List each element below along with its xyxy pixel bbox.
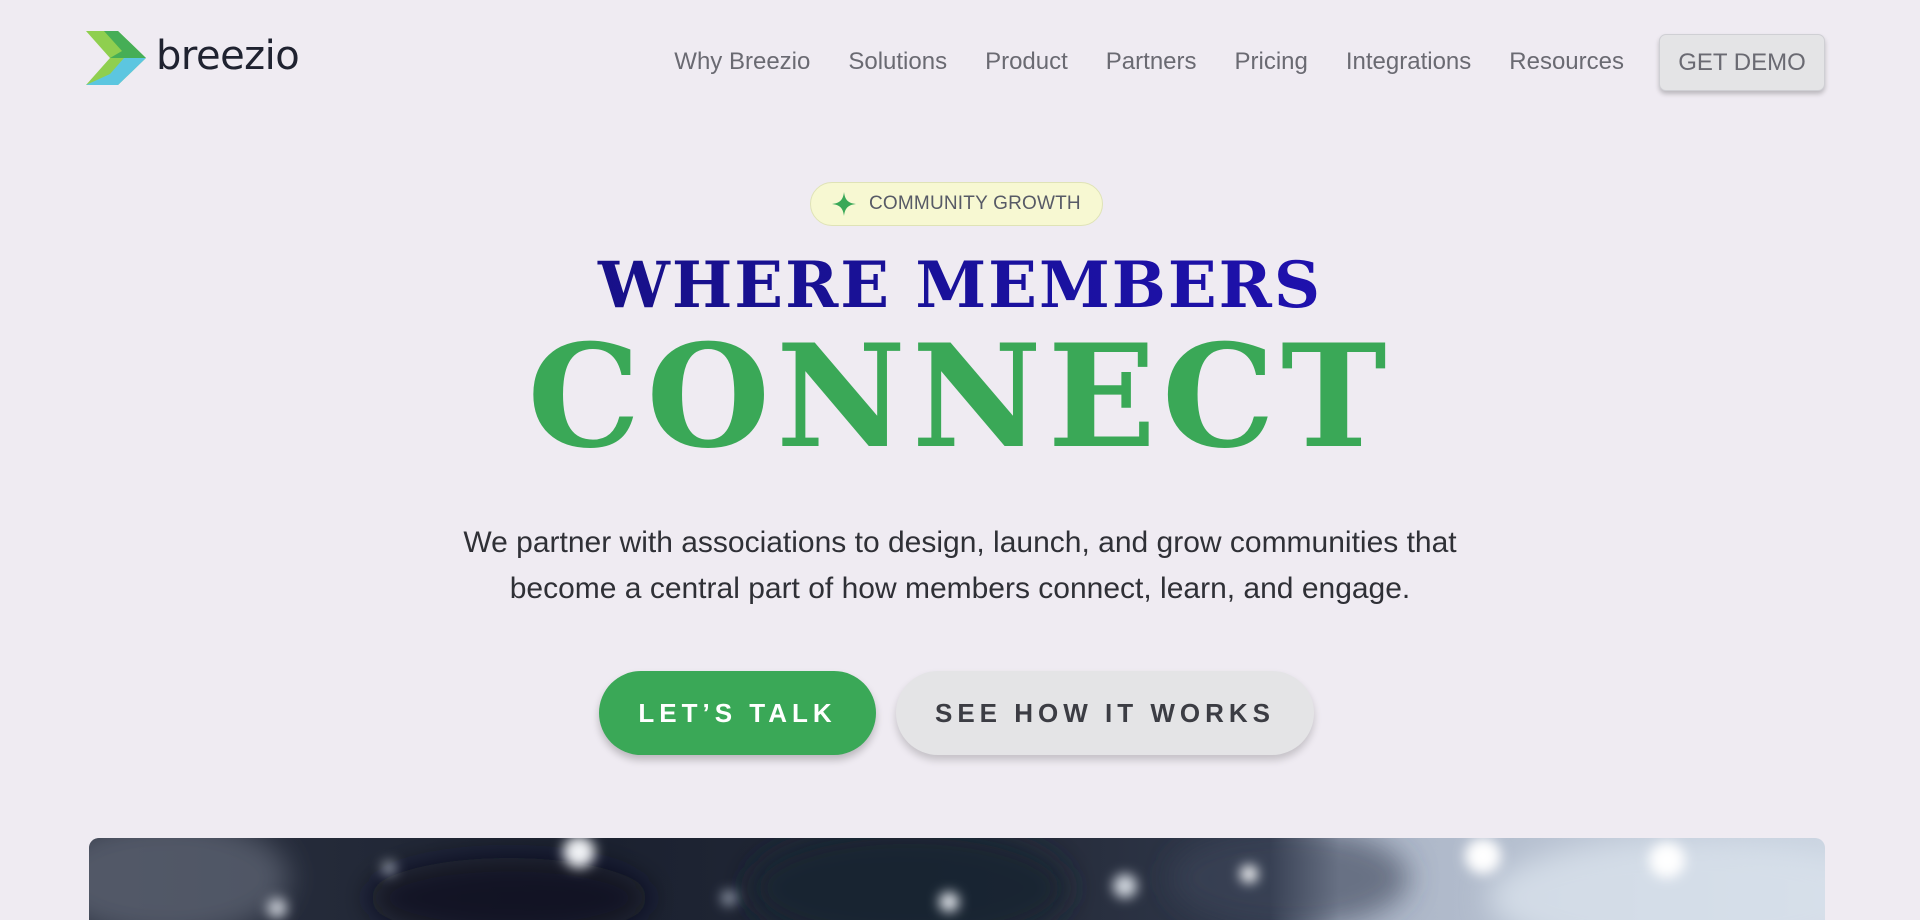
hero-photo [89, 838, 1825, 920]
hero-subtitle: We partner with associations to design, … [0, 520, 1920, 612]
brand-logo[interactable]: breezio [84, 30, 300, 86]
main-nav: Why Breezio Solutions Product Partners P… [674, 42, 1624, 82]
nav-item-why-breezio[interactable]: Why Breezio [674, 48, 810, 76]
site-header: breezio Why Breezio Solutions Product Pa… [0, 0, 1920, 122]
nav-item-pricing[interactable]: Pricing [1235, 48, 1308, 76]
hero-photo-bokeh [89, 838, 1825, 920]
brand-name: breezio [156, 33, 300, 79]
nav-item-resources[interactable]: Resources [1509, 48, 1624, 76]
sparkle-icon [832, 192, 856, 216]
badge-label: COMMUNITY GROWTH [869, 193, 1081, 214]
community-growth-badge: COMMUNITY GROWTH [810, 182, 1103, 226]
get-demo-button[interactable]: GET DEMO [1659, 34, 1825, 91]
nav-item-integrations[interactable]: Integrations [1346, 48, 1471, 76]
nav-item-partners[interactable]: Partners [1106, 48, 1197, 76]
nav-item-solutions[interactable]: Solutions [848, 48, 947, 76]
lets-talk-button[interactable]: LET’S TALK [599, 671, 876, 755]
nav-item-product[interactable]: Product [985, 48, 1068, 76]
headline-bottom: CONNECT [527, 314, 1393, 480]
breezio-logo-icon [86, 31, 146, 85]
see-how-it-works-button[interactable]: SEE HOW IT WORKS [896, 671, 1314, 755]
subtitle-line-2: become a central part of how members con… [509, 572, 1411, 605]
headline-top: WHERE MEMBERS [0, 254, 1920, 318]
subtitle-line-1: We partner with associations to design, … [463, 526, 1457, 559]
